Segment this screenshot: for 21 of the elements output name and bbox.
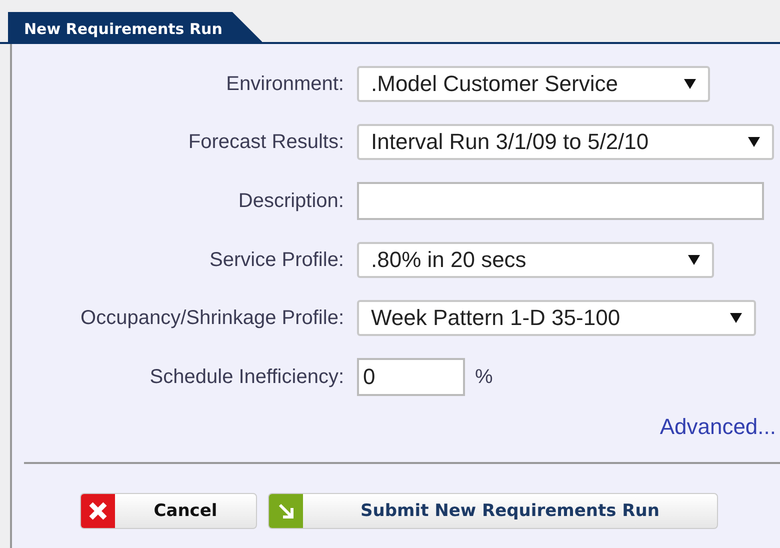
percent-unit: %: [475, 366, 493, 388]
close-icon: [81, 494, 115, 528]
submit-button[interactable]: Submit New Requirements Run: [268, 493, 718, 529]
field-label: Service Profile:: [208, 248, 344, 272]
field-label: Description:: [237, 190, 344, 212]
caret-icon: [748, 137, 760, 147]
description-field[interactable]: [357, 182, 764, 220]
caret-icon: [684, 79, 696, 89]
dropdown[interactable]: Interval Run 3/1/09 to 5/2/10: [357, 124, 774, 160]
field-label: Occupancy/Shrinkage Profile:: [80, 306, 344, 330]
advanced-link[interactable]: Advanced...: [660, 414, 776, 440]
cancel-button[interactable]: Cancel: [80, 493, 257, 529]
caret-icon: [688, 255, 700, 265]
dropdown[interactable]: .Model Customer Service: [357, 66, 710, 102]
field-label: Forecast Results:: [187, 130, 344, 154]
field-label: Environment:: [225, 72, 344, 96]
percent-field[interactable]: 0: [357, 358, 465, 396]
caret-icon: [730, 313, 742, 323]
dropdown[interactable]: Week Pattern 1-D 35-100: [357, 300, 756, 336]
dropdown[interactable]: .80% in 20 secs: [357, 242, 714, 278]
field-label: Schedule Inefficiency:: [148, 366, 344, 388]
